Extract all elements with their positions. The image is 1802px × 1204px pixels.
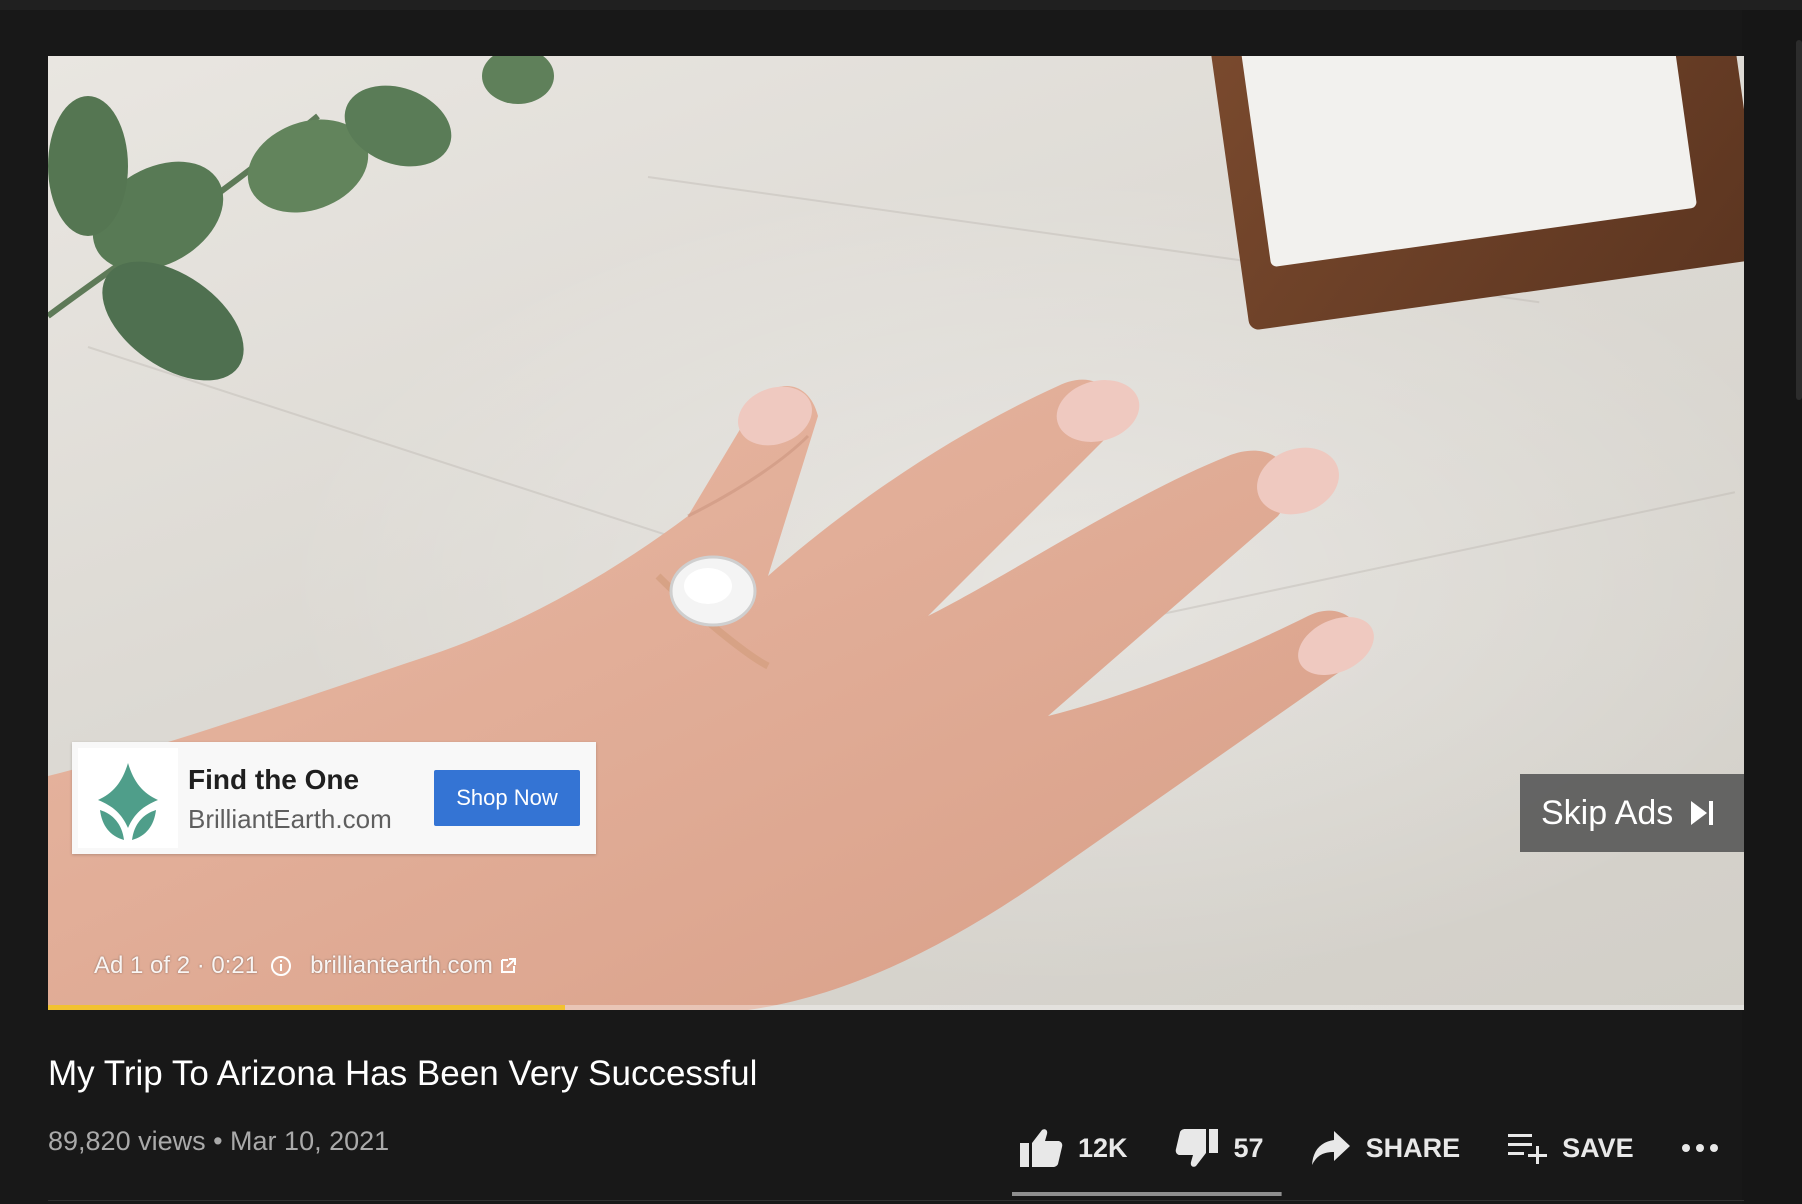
external-link-icon[interactable] — [499, 957, 517, 975]
hand-with-ring — [48, 379, 1374, 1010]
ad-progress-fill — [48, 1005, 566, 1010]
scrollbar-thumb[interactable] — [1796, 40, 1802, 400]
thumb-up-icon — [1020, 1129, 1063, 1167]
shop-now-button[interactable]: Shop Now — [434, 770, 580, 826]
ad-info-bar: Ad 1 of 2 · 0:21 brilliantearth.com — [94, 952, 517, 980]
ad-progress-bar[interactable] — [48, 1005, 1744, 1010]
share-button[interactable]: SHARE — [1310, 1129, 1461, 1167]
brilliant-earth-logo-icon — [78, 748, 178, 848]
dislike-count: 57 — [1233, 1132, 1264, 1163]
share-label: SHARE — [1365, 1132, 1461, 1163]
advertiser-link[interactable]: brilliantearth.com — [310, 952, 493, 980]
like-button[interactable]: 12K — [1018, 1127, 1128, 1169]
video-meta: 89,820 views • Mar 10, 2021 — [48, 1126, 390, 1156]
ad-card-title[interactable]: Find the One — [188, 764, 359, 796]
skip-ads-button[interactable]: Skip Ads — [1520, 774, 1744, 852]
more-icon — [1681, 1144, 1718, 1152]
video-title: My Trip To Arizona Has Been Very Success… — [48, 1054, 758, 1093]
skip-ads-label: Skip Ads — [1541, 793, 1674, 832]
video-actions: 12K 57 SHARE SAVE — [1018, 1118, 1734, 1178]
ad-card[interactable]: Find the One BrilliantEarth.com Shop Now — [72, 742, 596, 854]
skip-next-icon — [1689, 799, 1715, 827]
dislike-button[interactable]: 57 — [1174, 1127, 1264, 1169]
save-label: SAVE — [1562, 1132, 1634, 1163]
info-icon[interactable] — [270, 955, 292, 977]
more-actions-button[interactable] — [1680, 1142, 1734, 1154]
save-button[interactable]: SAVE — [1506, 1130, 1634, 1166]
playlist-add-icon — [1508, 1134, 1548, 1164]
ad-position-label: Ad 1 of 2 · 0:21 — [94, 952, 259, 979]
like-ratio-fill — [1012, 1192, 1281, 1196]
share-icon — [1311, 1131, 1350, 1165]
divider — [48, 1200, 1744, 1201]
thumb-down-icon — [1175, 1129, 1218, 1167]
scrollbar-track[interactable] — [1742, 10, 1802, 1204]
top-bar — [0, 0, 1802, 10]
like-dislike-ratio-bar — [1012, 1192, 1282, 1196]
ad-card-domain[interactable]: BrilliantEarth.com — [188, 804, 392, 835]
video-player[interactable]: Find the One BrilliantEarth.com Shop Now… — [48, 56, 1744, 1010]
like-count: 12K — [1078, 1132, 1128, 1163]
